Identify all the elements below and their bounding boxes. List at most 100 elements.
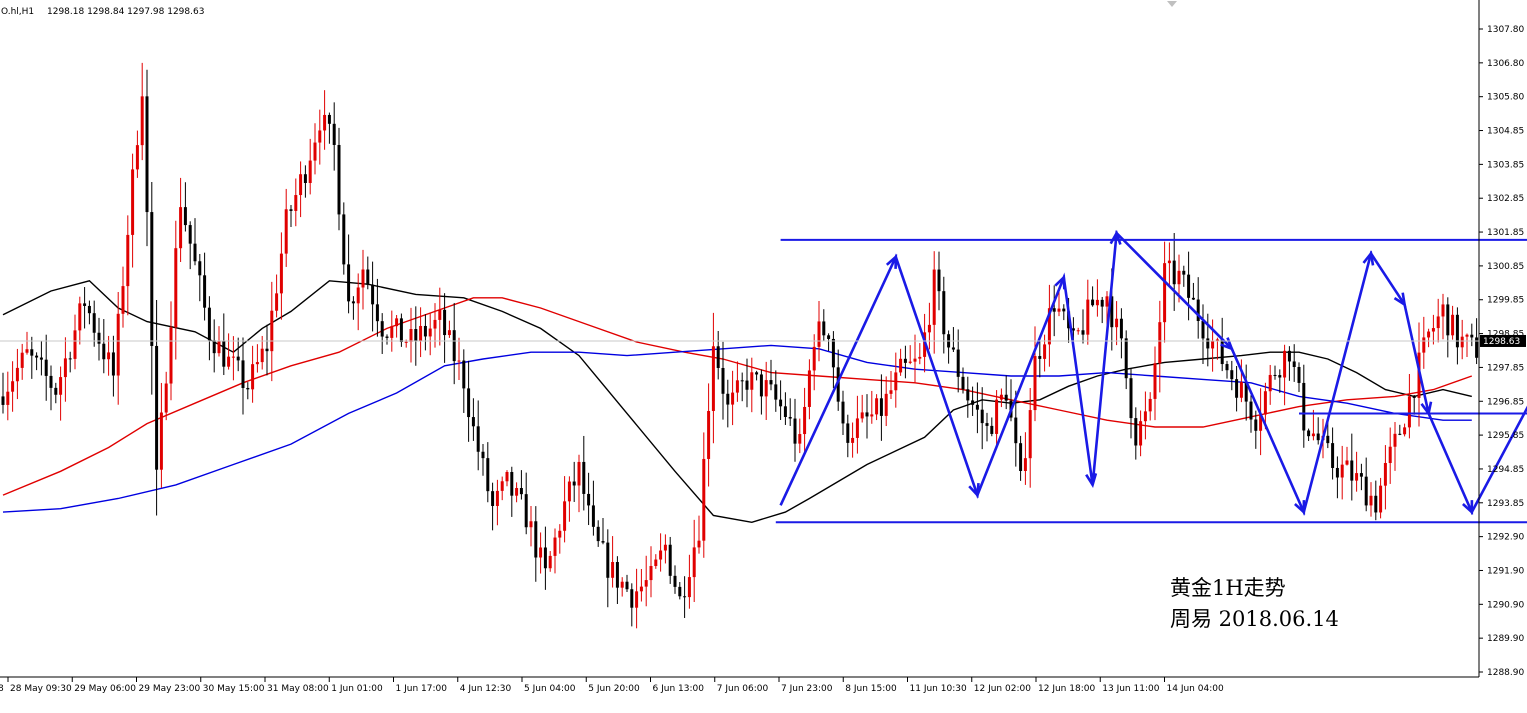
candle-body — [1143, 411, 1147, 422]
candle-body — [639, 586, 643, 592]
candle-body — [687, 577, 691, 598]
candle-body — [145, 96, 149, 213]
candle-body — [251, 364, 255, 390]
candle-body — [788, 416, 792, 419]
candle-body — [78, 303, 82, 331]
candle-body — [366, 269, 370, 285]
candle-body — [49, 375, 53, 388]
candle-body — [102, 343, 106, 360]
candle-body — [222, 340, 226, 367]
candle-body — [236, 356, 240, 361]
candle-body — [707, 410, 711, 459]
candle-body — [198, 261, 202, 276]
candle-body — [1235, 379, 1239, 398]
candle-body — [1057, 308, 1061, 312]
candle-body — [217, 340, 221, 354]
candle-body — [131, 169, 135, 235]
candle-body — [889, 390, 893, 394]
candle-body — [1139, 421, 1143, 446]
candle-body — [1153, 363, 1157, 399]
candle-body — [1470, 334, 1474, 338]
x-tick-label: 28 May 09:30 — [10, 684, 72, 694]
candle-body — [1, 396, 5, 405]
candle-body — [44, 359, 48, 376]
candle-body — [327, 114, 331, 124]
candle-body — [83, 303, 87, 306]
candle-body — [615, 562, 619, 588]
candle-body — [1220, 339, 1224, 365]
candle-body — [932, 269, 936, 325]
y-tick-label: 1300.85 — [1487, 262, 1524, 272]
candle-body — [606, 542, 610, 578]
candle-body — [467, 388, 471, 418]
candle-body — [726, 393, 730, 405]
candle-body — [1230, 370, 1234, 380]
candle-body — [68, 358, 72, 360]
candle-body — [428, 328, 432, 337]
candle-body — [1086, 299, 1090, 335]
candle-body — [899, 358, 903, 373]
y-tick-label: 1307.80 — [1487, 25, 1524, 35]
x-tick-label: 12 Jun 18:00 — [1038, 684, 1095, 694]
candle-body — [1268, 374, 1272, 392]
candle-body — [1105, 296, 1109, 307]
candle-body — [1441, 304, 1445, 317]
candle-body — [1191, 297, 1195, 300]
candle-body — [231, 356, 235, 358]
candle-body — [990, 425, 994, 434]
candle-body — [548, 555, 552, 569]
candle-body — [246, 387, 250, 390]
candle-body — [1076, 330, 1080, 332]
x-tick-label: 29 May 23:00 — [139, 684, 201, 694]
candle-body — [1225, 364, 1229, 371]
candle-body — [395, 318, 399, 327]
y-tick-label: 1297.85 — [1487, 363, 1524, 373]
x-tick-label: 5 Jun 04:00 — [524, 684, 576, 694]
candle-body — [1283, 350, 1287, 378]
candle-body — [140, 96, 144, 146]
candle-body — [995, 399, 999, 434]
candle-body — [481, 451, 485, 459]
candle-body — [755, 372, 759, 375]
candle-body — [1023, 458, 1027, 471]
candle-body — [260, 348, 264, 363]
candle-body — [227, 356, 231, 367]
candle-body — [1412, 396, 1416, 398]
candle-body — [678, 586, 682, 597]
candle-body — [558, 530, 562, 538]
candle-body — [462, 360, 466, 389]
candle-body — [6, 391, 10, 405]
x-tick-label: 14 Jun 04:00 — [1167, 684, 1224, 694]
candle-body — [1431, 328, 1435, 332]
candle-body — [15, 367, 19, 382]
candle-body — [534, 521, 538, 558]
x-tick-label: 8 Jun 15:00 — [845, 684, 897, 694]
candle-body — [1014, 417, 1018, 444]
y-tick-label: 1290.90 — [1487, 600, 1524, 610]
candle-body — [649, 565, 653, 581]
candle-body — [1297, 367, 1301, 383]
price-chart[interactable]: 1307.80 1306.80 1305.80 1304.85 1303.85 1302.… — [0, 0, 1527, 709]
candle-body — [121, 286, 125, 314]
candle-body — [553, 537, 557, 556]
candle-body — [721, 367, 725, 394]
candle-body — [582, 461, 586, 494]
candle-body — [587, 493, 591, 506]
candle-body — [92, 313, 96, 333]
candle-body — [294, 195, 298, 211]
candle-body — [591, 505, 595, 527]
candle-body — [476, 426, 480, 452]
candle-body — [361, 269, 365, 288]
x-tick-label: 13 Jun 11:00 — [1102, 684, 1159, 694]
candle-body — [1287, 350, 1291, 362]
annotation-line1: 黄金1H走势 — [1170, 576, 1286, 600]
candle-body — [803, 406, 807, 435]
candle-body — [1004, 394, 1008, 401]
candle-body — [601, 541, 605, 543]
candle-body — [975, 404, 979, 410]
candle-body — [572, 481, 576, 486]
candle-body — [63, 358, 67, 378]
candle-body — [1335, 467, 1339, 478]
candle-body — [385, 336, 389, 338]
candle-body — [1350, 460, 1354, 481]
